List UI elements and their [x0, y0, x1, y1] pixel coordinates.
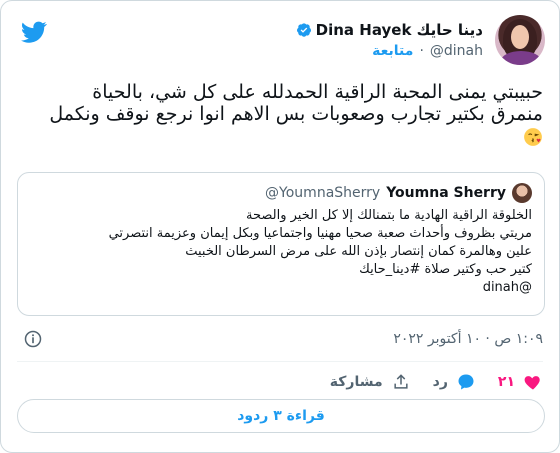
quoted-line: الخلوقة الراقية الهادية ما بتمنالك إلا ك…	[246, 208, 532, 223]
likes-count: ٢١	[497, 374, 515, 390]
info-icon[interactable]	[23, 329, 43, 349]
author-avatar[interactable]	[495, 15, 545, 65]
speech-bubble-icon	[458, 374, 474, 390]
tweet-text: حبيبتي يمنى المحبة الراقية الحمدلله على …	[17, 81, 543, 147]
author-name[interactable]: Dina Hayek دينا حايك	[316, 21, 483, 39]
face-blowing-kiss-icon	[524, 127, 542, 146]
author-handle[interactable]: @dinah	[430, 43, 483, 59]
quoted-mention[interactable]: @dinah	[30, 279, 532, 297]
verified-badge-icon	[296, 23, 311, 37]
twitter-bird-icon[interactable]	[19, 19, 49, 45]
tweet-text-line-2: منمرق بكتير تجارب وصعوبات بس الاهم انوا …	[49, 103, 543, 125]
like-button[interactable]: ٢١	[498, 372, 543, 392]
tweet-meta: ١:٠٩ ص · ١٠ أكتوبر ٢٠٢٢	[17, 329, 543, 351]
author-names: Dina Hayek دينا حايك متابعة · @dinah	[296, 21, 483, 59]
tweet-text-line-1: حبيبتي يمنى المحبة الراقية الحمدلله على …	[92, 81, 543, 103]
quoted-avatar[interactable]	[512, 183, 532, 203]
quoted-handle[interactable]: @YoumnaSherry	[265, 185, 380, 201]
quoted-header: @YoumnaSherry Youmna Sherry	[265, 183, 532, 203]
share-icon	[394, 374, 408, 389]
divider	[17, 361, 543, 362]
quoted-text: الخلوقة الراقية الهادية ما بتمنالك إلا ك…	[30, 207, 532, 297]
reply-button[interactable]: رد	[433, 372, 476, 392]
follow-button[interactable]: متابعة	[372, 43, 413, 59]
read-replies-button[interactable]: قراءة ٣ ردود	[17, 399, 545, 433]
tweet-timestamp[interactable]: ١:٠٩ ص · ١٠ أكتوبر ٢٠٢٢	[393, 331, 543, 347]
tweet-actions: ٢١ رد مشاركة	[330, 370, 543, 394]
share-label: مشاركة	[329, 374, 383, 390]
share-button[interactable]: مشاركة	[330, 372, 411, 392]
heart-icon	[524, 376, 540, 390]
quoted-line: مريتي بظروف وأحداث صعبة صحيا مهنيا واجتم…	[108, 226, 532, 241]
quoted-tweet[interactable]: @YoumnaSherry Youmna Sherry الخلوقة الرا…	[17, 172, 545, 316]
quoted-name[interactable]: Youmna Sherry	[386, 185, 506, 201]
separator-dot: ·	[419, 43, 424, 59]
reply-label: رد	[432, 374, 448, 390]
tweet-card: Dina Hayek دينا حايك متابعة · @dinah حبي…	[0, 0, 560, 453]
read-replies-label: قراءة ٣ ردود	[237, 408, 325, 424]
quoted-line: علين وهالمرة كمان إنتصار بإذن الله على م…	[185, 244, 532, 259]
quoted-line: كتير حب وكتير صلاة #دينا_حايك	[359, 262, 532, 277]
tweet-header: Dina Hayek دينا حايك متابعة · @dinah	[15, 15, 545, 71]
